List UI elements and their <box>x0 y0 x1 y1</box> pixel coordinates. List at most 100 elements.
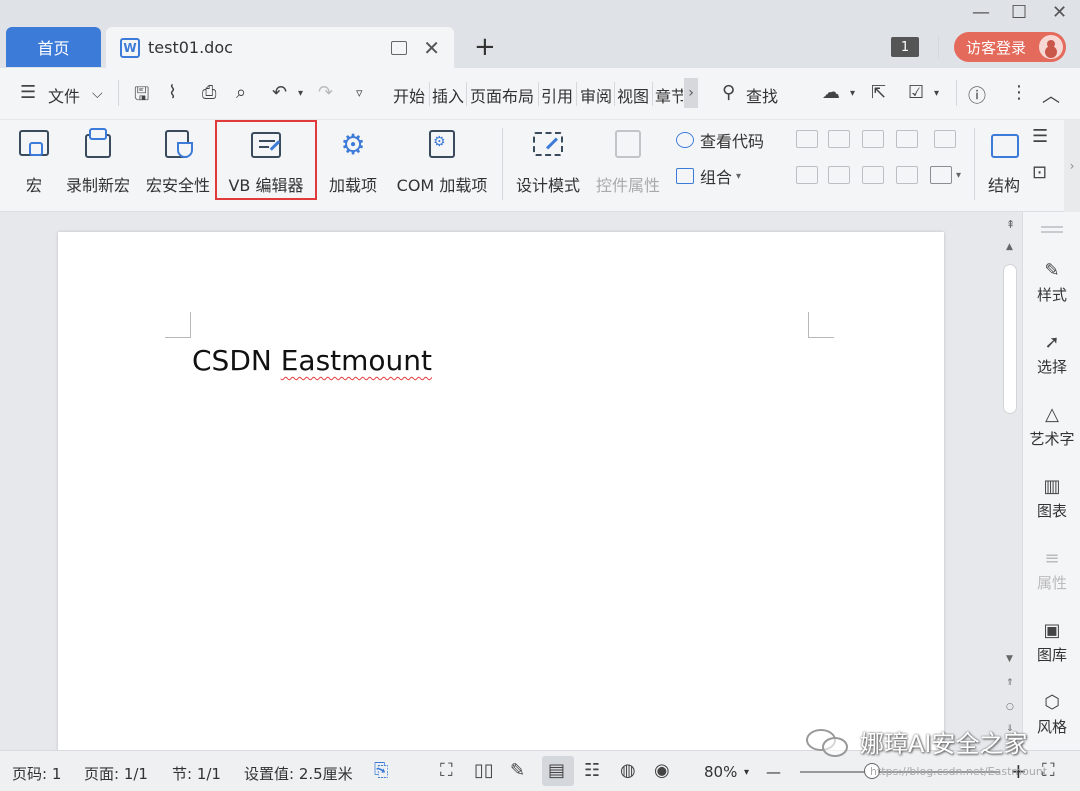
menu-tab-review[interactable]: 审阅 <box>580 83 612 107</box>
help-icon[interactable]: ⓘ <box>968 82 986 108</box>
outline-icon[interactable]: ☰ <box>1032 126 1048 147</box>
share-icon[interactable]: ⇱ <box>871 82 886 103</box>
panel-select[interactable]: ➚ 选择 <box>1023 332 1080 377</box>
panel-wordart[interactable]: △ 艺术字 <box>1023 404 1080 449</box>
legacy-tools-dropdown-icon[interactable]: ▾ <box>956 170 961 181</box>
picture-control-icon[interactable] <box>862 130 884 148</box>
zoom-level[interactable]: 80% <box>704 763 737 781</box>
panel-properties[interactable]: ≡ 属性 <box>1023 548 1080 593</box>
menu-tab-references[interactable]: 引用 <box>541 83 573 107</box>
rich-text-control-icon[interactable] <box>828 130 850 148</box>
scroll-up-arrow[interactable]: ▲ <box>1006 242 1013 252</box>
panel-chart[interactable]: ▥ 图表 <box>1023 476 1080 521</box>
document-check-icon[interactable]: ⎘ <box>374 760 388 781</box>
menu-tab-chapter[interactable]: 章节 <box>655 83 683 107</box>
more-icon[interactable]: ⋮ <box>1010 82 1028 103</box>
window-count-badge[interactable]: 1 <box>891 37 919 57</box>
fullscreen-icon[interactable]: ⛶ <box>440 760 453 781</box>
menu-tab-home[interactable]: 开始 <box>393 83 425 107</box>
outline-view-icon[interactable]: ☷ <box>584 760 600 781</box>
structure-button[interactable]: 结构 <box>984 124 1024 204</box>
previous-page-icon[interactable]: ⇑ <box>1006 678 1014 688</box>
format-painter-icon[interactable]: ⌇ <box>168 82 177 103</box>
print-icon[interactable]: ⎙ <box>202 82 216 103</box>
legacy-tools-icon[interactable] <box>930 166 952 184</box>
status-setting-value[interactable]: 设置值: 2.5厘米 <box>244 763 353 784</box>
design-mode-button[interactable]: 设计模式 <box>512 124 584 204</box>
cloud-icon[interactable]: ☁ <box>822 82 840 103</box>
redo-icon[interactable]: ↷ <box>318 82 333 103</box>
maximize-button[interactable]: ☐ <box>1011 2 1027 23</box>
eye-protection-icon[interactable]: ◉ <box>654 760 670 781</box>
tab-document[interactable]: W test01.doc ✕ <box>106 27 454 68</box>
hamburger-icon[interactable]: ☰ <box>20 82 36 103</box>
menu-bar: ☰ 文件 ⌵ 🖫 ⌇ ⎙ ⌕ ↶ ▾ ↷ ▿ 开始 插入 页面布局 引用 审阅 … <box>0 68 1080 120</box>
vb-editor-button[interactable]: VB 编辑器 <box>220 124 312 204</box>
web-view-icon[interactable]: ◍ <box>620 760 636 781</box>
collapse-ribbon-icon[interactable]: ︿ <box>1042 82 1060 108</box>
zoom-dropdown-icon[interactable]: ▾ <box>744 767 749 778</box>
reading-mode-icon[interactable]: ▯▯ <box>474 760 494 781</box>
scroll-down-arrow[interactable]: ▼ <box>1006 654 1013 664</box>
undo-icon[interactable]: ↶ <box>272 82 287 103</box>
combo-box-icon[interactable] <box>796 166 818 184</box>
save-icon[interactable]: 🖫 <box>134 82 149 112</box>
status-page-count[interactable]: 页面: 1/1 <box>84 763 148 784</box>
menu-tab-view[interactable]: 视图 <box>617 83 649 107</box>
vertical-scrollbar[interactable]: ⇞ ▲ ▼ ⇑ ○ ⇓ <box>1000 212 1022 750</box>
panel-gallery[interactable]: ▣ 图库 <box>1023 620 1080 665</box>
checkbox-control-icon[interactable] <box>934 130 956 148</box>
status-page-number[interactable]: 页码: 1 <box>12 763 61 784</box>
select-icon: ➚ <box>1044 332 1060 353</box>
control-properties-button[interactable]: 控件属性 <box>592 124 664 204</box>
panel-style[interactable]: ✎ 样式 <box>1023 260 1080 305</box>
pin-icon[interactable] <box>391 40 408 55</box>
building-block-icon[interactable] <box>896 130 918 148</box>
group-button[interactable]: 组合 ▾ <box>676 164 741 188</box>
search-label[interactable]: 查找 <box>746 83 778 107</box>
margin-marker-top-right <box>808 312 834 338</box>
record-macro-button[interactable]: 录制新宏 <box>62 124 134 204</box>
com-addin-button[interactable]: ⚙ COM 加载项 <box>390 124 494 204</box>
ribbon-scroll-right[interactable]: › <box>1064 120 1080 212</box>
task-icon[interactable]: ☑ <box>908 82 924 103</box>
customize-dropdown-icon[interactable]: ▿ <box>356 86 363 101</box>
addin-button[interactable]: ⚙ 加载项 <box>324 124 382 204</box>
tab-home[interactable]: 首页 <box>6 27 101 67</box>
view-code-button[interactable]: 查看代码 <box>676 128 764 152</box>
zoom-out-button[interactable]: — <box>766 763 781 781</box>
panel-theme[interactable]: ⬡ 风格 <box>1023 692 1080 737</box>
task-dropdown-icon[interactable]: ▾ <box>934 88 939 99</box>
scroll-top-icon[interactable]: ⇞ <box>1006 218 1015 231</box>
repeating-section-icon[interactable] <box>896 166 918 184</box>
text-control-icon[interactable] <box>796 130 818 148</box>
group-dropdown-icon[interactable]: ▾ <box>736 171 741 182</box>
search-icon[interactable]: ⚲ <box>722 82 735 103</box>
dropdown-list-icon[interactable] <box>828 166 850 184</box>
document-body-text[interactable]: CSDN Eastmount <box>192 344 432 377</box>
macro-security-button[interactable]: 宏安全性 <box>142 124 214 204</box>
misspelled-word: Eastmount <box>280 344 433 377</box>
date-picker-icon[interactable] <box>862 166 884 184</box>
undo-dropdown-icon[interactable]: ▾ <box>298 88 303 99</box>
page-view-icon[interactable]: ▤ <box>548 760 565 781</box>
menu-file[interactable]: 文件 <box>48 83 80 107</box>
menu-scroll-right[interactable]: › <box>684 78 698 108</box>
scrollbar-thumb[interactable] <box>1003 264 1017 414</box>
cloud-dropdown-icon[interactable]: ▾ <box>850 88 855 99</box>
status-section[interactable]: 节: 1/1 <box>172 763 221 784</box>
close-tab-icon[interactable]: ✕ <box>423 36 440 60</box>
minimize-button[interactable]: — <box>972 2 990 23</box>
menu-tab-insert[interactable]: 插入 <box>432 83 464 107</box>
chevron-down-icon[interactable]: ⌵ <box>92 86 103 102</box>
close-window-button[interactable]: ✕ <box>1052 2 1067 23</box>
menu-tab-layout[interactable]: 页面布局 <box>470 83 534 107</box>
add-tab-button[interactable]: + <box>474 32 496 62</box>
print-preview-icon[interactable]: ⌕ <box>236 82 246 103</box>
guest-login-button[interactable]: 访客登录 <box>954 32 1066 62</box>
macro-button[interactable]: 宏 <box>14 124 54 204</box>
xml-mapping-icon[interactable]: ⊡ <box>1032 162 1047 183</box>
edit-mode-icon[interactable]: ✎ <box>510 760 525 781</box>
select-browse-icon[interactable]: ○ <box>1006 702 1014 712</box>
document-page[interactable]: CSDN Eastmount <box>58 232 944 762</box>
